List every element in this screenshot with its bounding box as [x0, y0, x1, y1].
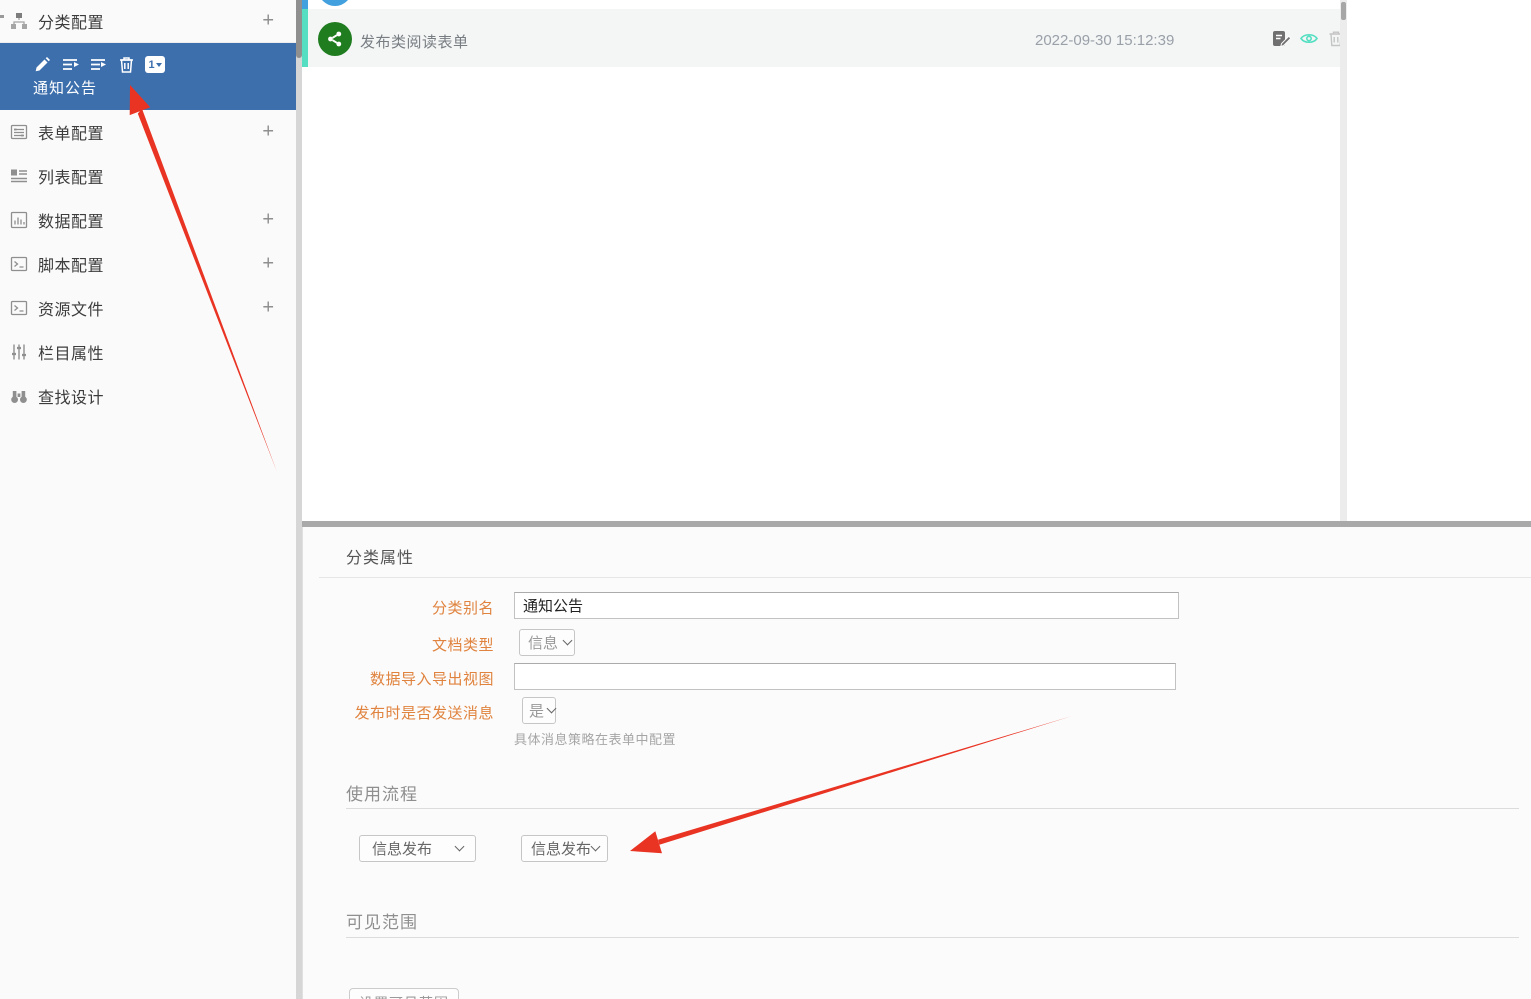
- share-icon: [318, 22, 352, 56]
- sort-number: 1: [148, 58, 155, 71]
- list-item-timestamp: 2022-09-30 15:12:39: [1035, 32, 1175, 49]
- list-icon: [10, 167, 28, 185]
- bar-chart-icon: [10, 211, 28, 229]
- sidebar-item-label: 列表配置: [38, 170, 105, 187]
- field-row: 发布时是否发送消息 是: [303, 697, 1531, 724]
- add-script-button[interactable]: +: [262, 253, 274, 276]
- list-scrollbar-thumb[interactable]: [1341, 2, 1346, 20]
- add-category-button[interactable]: +: [262, 10, 274, 33]
- sidebar-item-label: 查找设计: [38, 390, 105, 407]
- add-sibling-icon[interactable]: [61, 55, 80, 74]
- chevron-down-icon: [562, 635, 573, 646]
- edit-form-icon[interactable]: [1272, 29, 1292, 48]
- send-message-select[interactable]: 是: [522, 697, 557, 724]
- section-title-workflow: 使用流程: [346, 785, 418, 804]
- field-label-doc-type: 文档类型: [431, 637, 494, 654]
- alias-input[interactable]: [514, 592, 1179, 619]
- panel-title: 分类属性: [346, 550, 415, 567]
- form-list-area: 发布类阅读表单 2022-09-30 15:12:39: [302, 0, 1340, 521]
- sidebar-item-label: 资源文件: [38, 302, 105, 319]
- workflow-select-2-value: 信息发布: [531, 841, 592, 858]
- sidebar-item-label: 数据配置: [38, 214, 105, 231]
- import-export-view-input[interactable]: [514, 663, 1176, 690]
- numeric-sort-icon[interactable]: 1: [145, 56, 165, 73]
- sidebar-item-resource-files[interactable]: 资源文件 +: [0, 286, 296, 330]
- field-label-import-export-view: 数据导入导出视图: [369, 671, 494, 688]
- selected-category-label: 通知公告: [33, 80, 98, 97]
- add-form-button[interactable]: +: [262, 121, 274, 144]
- delete-icon[interactable]: [117, 55, 136, 74]
- divider: [319, 577, 1531, 578]
- doc-type-select[interactable]: 信息: [519, 629, 575, 656]
- sidebar-item-column-properties[interactable]: 栏目属性: [0, 330, 296, 374]
- add-data-button[interactable]: +: [262, 209, 274, 232]
- field-row: 文档类型 信息: [303, 629, 1531, 656]
- field-row: 数据导入导出视图: [303, 663, 1531, 690]
- send-message-value: 是: [529, 703, 545, 720]
- chevron-down-icon: [590, 841, 601, 852]
- chevron-down-icon: [454, 841, 465, 852]
- list-item-title: 发布类阅读表单: [360, 34, 469, 51]
- divider: [346, 937, 1519, 938]
- sidebar-item-label: 栏目属性: [38, 346, 105, 363]
- add-child-icon[interactable]: [89, 55, 108, 74]
- share-icon: [318, 0, 352, 6]
- preview-eye-icon[interactable]: [1299, 29, 1319, 48]
- sidebar-item-search-design[interactable]: 查找设计: [0, 374, 296, 418]
- tree-collapse-icon: [0, 15, 4, 18]
- field-label-alias: 分类别名: [431, 600, 494, 617]
- doc-type-value: 信息: [528, 635, 559, 652]
- workflow-select-1[interactable]: 信息发布: [359, 835, 476, 862]
- category-properties-panel: 分类属性 分类别名 文档类型 信息 数据导入导出视图 发布时是否发送消息 是: [302, 527, 1531, 999]
- app-window: 分类配置 + 1 通知公告 表单配置 + 列表配置 数据配置 + 脚本配置 + …: [0, 0, 1531, 999]
- sidebar: 分类配置 + 1 通知公告 表单配置 + 列表配置 数据配置 + 脚本配置 + …: [0, 0, 296, 999]
- row-indicator-blue: [302, 0, 308, 9]
- sidebar-selected-item[interactable]: 1 通知公告: [0, 43, 296, 110]
- delete-icon[interactable]: [1326, 29, 1340, 48]
- divider: [346, 808, 1519, 809]
- binoculars-icon: [10, 387, 28, 405]
- workflow-select-2[interactable]: 信息发布: [521, 835, 608, 862]
- sidebar-item-script-config[interactable]: 脚本配置 +: [0, 242, 296, 286]
- edit-icon[interactable]: [33, 55, 52, 74]
- terminal-icon: [10, 255, 28, 273]
- sidebar-item-form-config[interactable]: 表单配置 +: [0, 110, 296, 154]
- set-visible-scope-button[interactable]: 设置可见范围: [349, 988, 459, 999]
- form-icon: [10, 123, 28, 141]
- field-label-send-message: 发布时是否发送消息: [354, 705, 494, 722]
- list-item[interactable]: 发布类阅读表单 2022-09-30 15:12:39: [302, 9, 1340, 67]
- sidebar-item-category-config[interactable]: 分类配置 +: [0, 0, 296, 43]
- chevron-down-icon: [546, 703, 557, 714]
- sidebar-item-label: 分类配置: [38, 15, 105, 32]
- sliders-icon: [10, 343, 28, 361]
- list-scrollbar[interactable]: [1340, 0, 1347, 521]
- field-row: 分类别名: [303, 592, 1531, 619]
- message-policy-note: 具体消息策略在表单中配置: [514, 732, 677, 747]
- add-resource-button[interactable]: +: [262, 297, 274, 320]
- sidebar-item-label: 表单配置: [38, 126, 105, 143]
- sidebar-item-data-config[interactable]: 数据配置 +: [0, 198, 296, 242]
- sidebar-item-label: 脚本配置: [38, 258, 105, 275]
- sitemap-icon: [10, 12, 28, 30]
- terminal-icon: [10, 299, 28, 317]
- workflow-select-1-value: 信息发布: [372, 841, 433, 858]
- sidebar-item-list-config[interactable]: 列表配置: [0, 154, 296, 198]
- row-indicator-teal: [302, 9, 308, 67]
- section-title-visible-scope: 可见范围: [346, 913, 418, 932]
